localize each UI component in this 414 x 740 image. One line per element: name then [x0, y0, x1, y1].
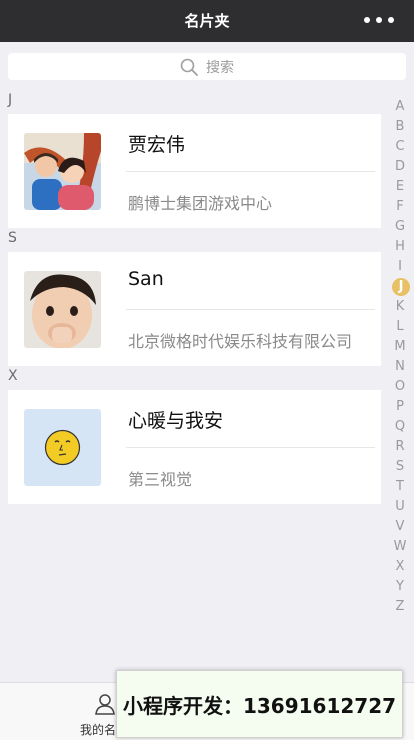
contact-company: 北京微格时代娱乐科技有限公司 — [128, 332, 353, 351]
contact-company: 第三视觉 — [128, 470, 193, 489]
section-letter-j: J — [8, 92, 13, 108]
avatar — [24, 133, 101, 210]
index-letter-f[interactable]: F — [392, 197, 408, 217]
contact-card[interactable]: 心暖与我安 第三视觉 — [8, 390, 381, 504]
more-dots-icon[interactable] — [364, 14, 394, 26]
index-letter-c[interactable]: C — [392, 137, 408, 157]
index-letter-u[interactable]: U — [392, 497, 408, 517]
index-letter-h[interactable]: H — [392, 237, 408, 257]
top-bar: 名片夹 — [0, 0, 414, 42]
index-letter-w[interactable]: W — [392, 537, 408, 557]
index-letter-g[interactable]: G — [392, 217, 408, 237]
contact-company: 鹏博士集团游戏中心 — [128, 194, 273, 213]
index-letter-v[interactable]: V — [392, 517, 408, 537]
index-letter-j[interactable]: J — [392, 278, 410, 296]
index-letter-a[interactable]: A — [392, 97, 408, 117]
index-letter-s[interactable]: S — [392, 457, 408, 477]
index-letter-o[interactable]: O — [392, 377, 408, 397]
divider — [126, 309, 375, 310]
index-letter-x[interactable]: X — [392, 557, 408, 577]
divider — [126, 447, 375, 448]
section-letter-s: S — [8, 230, 17, 246]
index-letter-i[interactable]: I — [392, 257, 408, 277]
contact-card[interactable]: San 北京微格时代娱乐科技有限公司 — [8, 252, 381, 366]
index-letter-l[interactable]: L — [392, 317, 408, 337]
avatar — [24, 271, 101, 348]
search-input[interactable]: 搜索 — [8, 53, 406, 80]
index-letter-q[interactable]: Q — [392, 417, 408, 437]
promo-banner: 小程序开发：13691612727 — [116, 670, 403, 738]
section-letter-x: X — [8, 368, 18, 384]
contact-name: 贾宏伟 — [128, 134, 186, 156]
index-letter-t[interactable]: T — [392, 477, 408, 497]
contact-name: San — [128, 268, 164, 290]
index-letter-p[interactable]: P — [392, 397, 408, 417]
index-letter-r[interactable]: R — [392, 437, 408, 457]
alphabet-index[interactable]: ABCDEFGHIJKLMNOPQRSTUVWXYZ — [392, 97, 410, 617]
search-icon — [180, 58, 198, 76]
index-letter-k[interactable]: K — [392, 297, 408, 317]
index-letter-b[interactable]: B — [392, 117, 408, 137]
avatar — [24, 409, 101, 486]
person-icon — [95, 694, 115, 715]
index-letter-e[interactable]: E — [392, 177, 408, 197]
tab-my-card-label: 我的名 — [80, 723, 117, 737]
index-letter-m[interactable]: M — [392, 337, 408, 357]
index-letter-d[interactable]: D — [392, 157, 408, 177]
search-placeholder: 搜索 — [206, 59, 234, 76]
contact-name: 心暖与我安 — [128, 410, 224, 432]
page-title: 名片夹 — [184, 12, 230, 30]
index-letter-z[interactable]: Z — [392, 597, 408, 617]
index-letter-n[interactable]: N — [392, 357, 408, 377]
index-letter-y[interactable]: Y — [392, 577, 408, 597]
contact-card[interactable]: 贾宏伟 鹏博士集团游戏中心 — [8, 114, 381, 228]
divider — [126, 171, 375, 172]
